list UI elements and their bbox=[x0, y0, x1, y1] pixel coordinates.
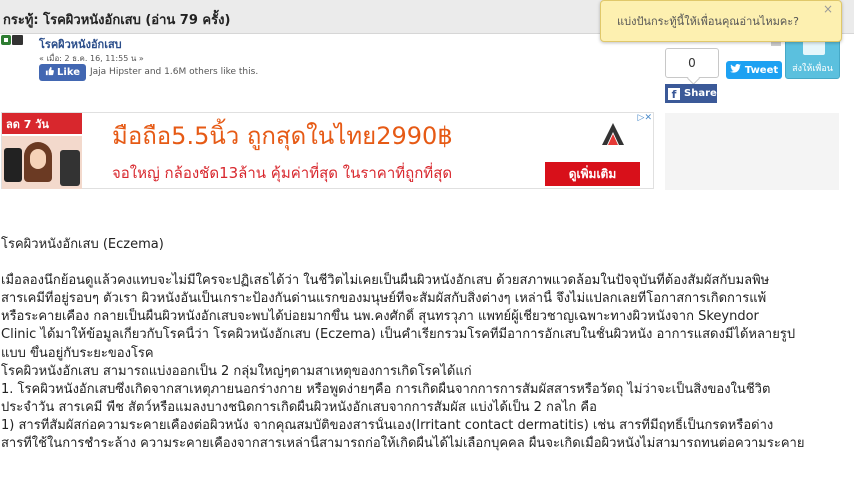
ad-headline: มือถือ5.5นิ้ว ถูกสุดในไทย2990฿ bbox=[112, 122, 453, 150]
body-line: สารเคมีที่อยู่รอบๆ ตัวเรา ผิวหนังอันเป็น… bbox=[1, 291, 767, 307]
body-line: แบบ ขึ้นอยู่กับระยะของโรค bbox=[1, 345, 154, 361]
body-line bbox=[1, 254, 837, 272]
body-line: เมื่อลองนึกย้อนดูแล้วคงแทบจะไม่มีใครจะปฏ… bbox=[1, 273, 770, 289]
ad-subline: จอใหญ่ กล้องชัด13ล้าน คุ้มค่าที่สุด ในรา… bbox=[112, 164, 453, 182]
envelope-icon bbox=[803, 40, 825, 55]
body-line: ประจำวัน สารเคมี พืช สัตว์หรือแมลงบางชนิ… bbox=[1, 399, 597, 415]
ad-badge: ลด 7 วัน bbox=[2, 113, 82, 134]
share-suggestion-popup: แบ่งปันกระทู้นี้ให้เพื่อนคุณอ่านไหมคะ? × bbox=[600, 0, 842, 42]
like-count-text: Jaja Hipster and 1.6M others like this. bbox=[90, 67, 259, 77]
post-flag-icon bbox=[12, 35, 23, 45]
like-button-label: Like bbox=[57, 67, 80, 78]
twitter-bird-icon bbox=[729, 64, 741, 76]
ad-side-area bbox=[665, 113, 839, 190]
post-title-link[interactable]: โรคผิวหนังอักเสบ bbox=[39, 35, 122, 53]
body-line: สารที่ใช้ในการชำระล้าง ความระคายเคืองจาก… bbox=[1, 436, 805, 452]
thumbs-up-icon bbox=[45, 66, 54, 79]
ad-cta-label: ดูเพิ่มเติม bbox=[568, 166, 617, 181]
facebook-like-button[interactable]: Like bbox=[39, 64, 86, 81]
tweet-button[interactable]: Tweet bbox=[726, 61, 782, 79]
share-count-box: 0 bbox=[665, 48, 719, 78]
body-line: หรือระคายเคือง กลายเป็นผื่นผิวหนังอักเสบ… bbox=[1, 309, 759, 325]
tweet-label: Tweet bbox=[744, 64, 779, 76]
body-line: 1) สารที่สัมผัสก่อความระคายเคืองต่อผิวหน… bbox=[1, 417, 774, 433]
post-body: โรคผิวหนังอักเสบ (Eczema) เมื่อลองนึกย้อ… bbox=[1, 236, 837, 453]
ad-choices-icon[interactable]: ▷✕ bbox=[638, 113, 652, 123]
facebook-icon: f bbox=[668, 87, 680, 101]
facebook-share-button[interactable]: f Share bbox=[665, 84, 717, 103]
body-line: โรคผิวหนังอักเสบ (Eczema) bbox=[1, 237, 164, 252]
ad-badge-text: ลด 7 วัน bbox=[6, 117, 49, 131]
body-line: Clinic ได้มาให้ข้อมูลเกี่ยวกับโรคนี้ว่า … bbox=[1, 327, 796, 343]
facebook-share-label: Share bbox=[684, 88, 717, 99]
body-line: 1. โรคผิวหนังอักเสบซึ่งเกิดจากสาเหตุภายน… bbox=[1, 381, 771, 397]
body-line: โรคผิวหนังอักเสบ สามารถแบ่งออกเป็น 2 กลุ… bbox=[1, 363, 472, 379]
share-count-value: 0 bbox=[688, 56, 696, 70]
topic-title: กระทู้: โรคผิวหนังอักเสบ (อ่าน 79 ครั้ง) bbox=[3, 13, 231, 28]
ad-more-button[interactable]: ดูเพิ่มเติม bbox=[545, 162, 640, 186]
brand-logo-icon bbox=[602, 123, 624, 145]
close-icon[interactable]: × bbox=[823, 2, 833, 16]
popup-message: แบ่งปันกระทู้นี้ให้เพื่อนคุณอ่านไหมคะ? bbox=[617, 15, 799, 28]
send-to-friend-label: ส่งให้เพื่อน bbox=[792, 64, 833, 74]
post-status-icon bbox=[1, 35, 11, 45]
ad-phone-image bbox=[2, 136, 82, 189]
advertisement-banner[interactable]: ลด 7 วัน มือถือ5.5นิ้ว ถูกสุดในไทย2990฿ … bbox=[1, 112, 654, 189]
